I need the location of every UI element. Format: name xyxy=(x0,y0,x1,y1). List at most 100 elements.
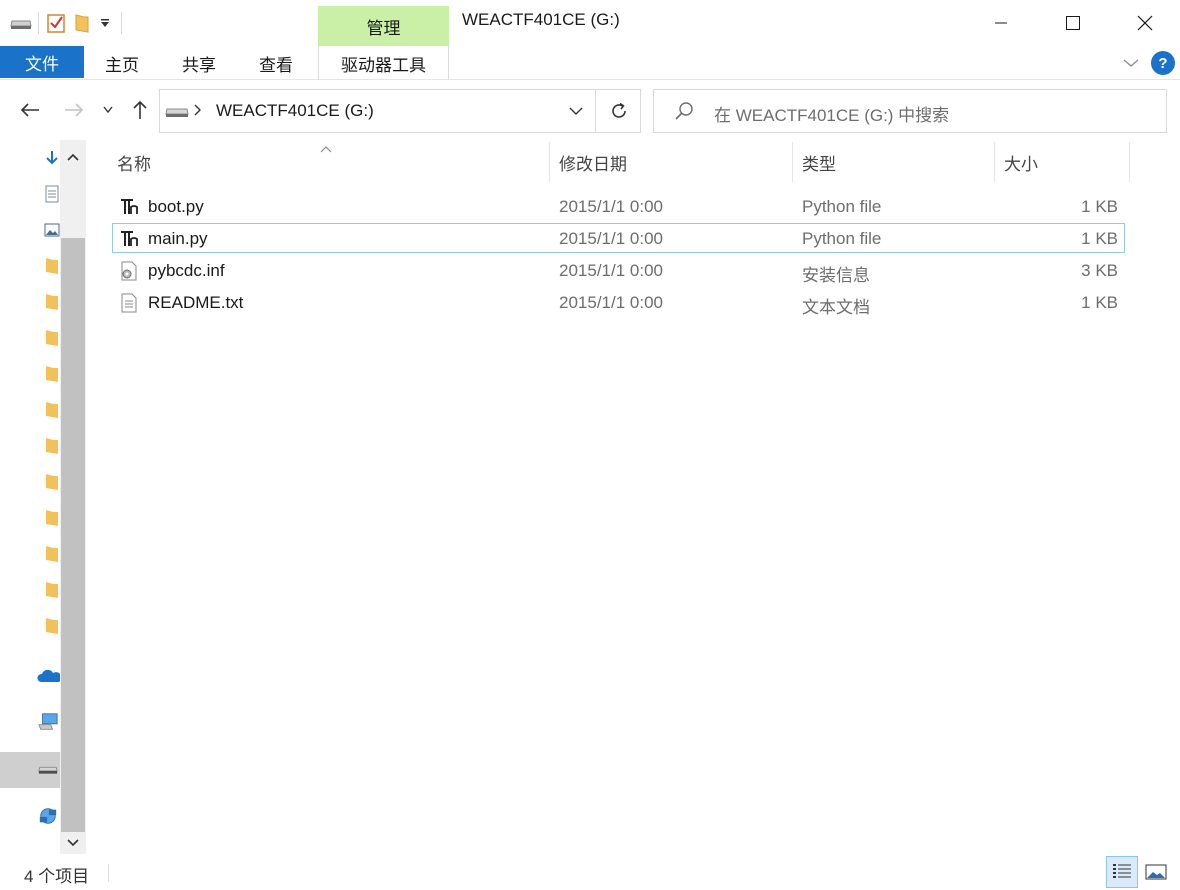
python-file-icon xyxy=(119,197,139,217)
drive-icon xyxy=(164,102,190,125)
folder-icon[interactable] xyxy=(42,436,62,456)
file-size: 3 KB xyxy=(1081,261,1118,280)
maximize-button[interactable] xyxy=(1038,0,1108,46)
file-date: 2015/1/1 0:00 xyxy=(559,293,663,312)
file-list: 名称 修改日期 类型 大小 boot.py 2015/1/1 0:00 Pyth… xyxy=(108,140,1180,854)
back-button[interactable] xyxy=(16,96,44,124)
file-size: 1 KB xyxy=(1081,229,1118,248)
file-size: 1 KB xyxy=(1081,293,1118,312)
file-row[interactable]: boot.py 2015/1/1 0:00 Python file 1 KB xyxy=(112,191,1125,221)
drive-icon[interactable] xyxy=(8,10,34,36)
tab-home[interactable]: 主页 xyxy=(105,46,139,80)
chevron-down-icon xyxy=(67,839,79,847)
status-bar: 4 个项目 xyxy=(0,854,1180,890)
close-button[interactable] xyxy=(1110,0,1180,46)
forward-button[interactable] xyxy=(60,96,88,124)
tab-file[interactable]: 文件 xyxy=(0,46,84,78)
minimize-button[interactable] xyxy=(966,0,1036,46)
file-date: 2015/1/1 0:00 xyxy=(559,261,663,280)
scroll-thumb[interactable] xyxy=(61,238,85,832)
properties-icon[interactable] xyxy=(43,10,69,36)
quick-access-toolbar xyxy=(8,10,122,36)
folder-icon[interactable] xyxy=(42,580,62,600)
recent-locations-button[interactable] xyxy=(98,96,118,124)
up-button[interactable] xyxy=(126,96,154,124)
nav-scrollbar[interactable] xyxy=(60,140,86,854)
scroll-down-button[interactable] xyxy=(60,830,86,856)
search-box[interactable]: 在 WEACTF401CE (G:) 中搜索 xyxy=(653,89,1167,133)
item-count: 4 个项目 xyxy=(24,867,90,886)
qat-divider xyxy=(38,12,39,34)
search-placeholder: 在 WEACTF401CE (G:) 中搜索 xyxy=(714,106,950,125)
folder-icon[interactable] xyxy=(42,292,62,312)
address-bar[interactable]: WEACTF401CE (G:) xyxy=(159,89,641,133)
folder-icon[interactable] xyxy=(42,508,62,528)
minimize-icon xyxy=(995,22,1007,24)
qat-divider xyxy=(121,12,122,34)
refresh-button[interactable] xyxy=(595,90,641,132)
folder-icon[interactable] xyxy=(42,328,62,348)
new-folder-icon[interactable] xyxy=(69,10,95,36)
maximize-icon xyxy=(1066,16,1080,30)
folder-icon[interactable] xyxy=(42,364,62,384)
folder-icon[interactable] xyxy=(42,472,62,492)
pictures-icon[interactable] xyxy=(42,220,62,240)
quick-access-pin-icon[interactable] xyxy=(42,148,62,168)
file-type: 文本文档 xyxy=(802,298,870,317)
document-icon[interactable] xyxy=(42,184,62,204)
text-file-icon xyxy=(119,293,139,313)
ribbon-tab-bar: 文件 主页 共享 查看 驱动器工具 ? xyxy=(0,46,1180,80)
chevron-down-icon xyxy=(569,107,583,115)
chevron-down-icon xyxy=(1123,59,1139,67)
file-size: 1 KB xyxy=(1081,197,1118,216)
column-header-date[interactable]: 修改日期 xyxy=(550,142,793,182)
file-name: README.txt xyxy=(148,293,244,312)
file-name: main.py xyxy=(148,229,208,248)
details-view-button[interactable] xyxy=(1106,856,1138,888)
address-history-button[interactable] xyxy=(558,90,594,132)
folder-icon[interactable] xyxy=(42,616,62,636)
expand-ribbon-button[interactable] xyxy=(1120,52,1142,74)
folder-icon[interactable] xyxy=(42,544,62,564)
help-button[interactable]: ? xyxy=(1151,51,1175,75)
file-type: 安装信息 xyxy=(802,266,870,285)
column-header-size[interactable]: 大小 xyxy=(995,142,1130,182)
file-name: pybcdc.inf xyxy=(148,261,225,280)
folder-icon[interactable] xyxy=(42,256,62,276)
this-pc-icon[interactable] xyxy=(38,712,58,732)
network-icon[interactable] xyxy=(38,806,58,826)
breadcrumb-separator-icon[interactable] xyxy=(194,104,202,119)
tab-drive-tools[interactable]: 驱动器工具 xyxy=(318,46,449,80)
window-title: WEACTF401CE (G:) xyxy=(462,10,620,29)
column-header-type[interactable]: 类型 xyxy=(793,142,995,182)
usb-drive-icon[interactable] xyxy=(38,760,58,780)
details-view-icon xyxy=(1113,864,1131,878)
file-date: 2015/1/1 0:00 xyxy=(559,229,663,248)
arrow-up-icon xyxy=(133,100,147,119)
file-row[interactable]: pybcdc.inf 2015/1/1 0:00 安装信息 3 KB xyxy=(112,255,1125,285)
tab-share[interactable]: 共享 xyxy=(182,46,216,80)
breadcrumb-current[interactable]: WEACTF401CE (G:) xyxy=(216,101,374,121)
search-icon xyxy=(674,101,694,126)
navigation-pane xyxy=(0,140,88,854)
file-name: boot.py xyxy=(148,197,204,216)
title-bar: 管理 WEACTF401CE (G:) xyxy=(0,0,1180,46)
python-file-icon xyxy=(119,229,139,249)
folder-icon[interactable] xyxy=(42,400,62,420)
arrow-right-icon xyxy=(65,103,84,117)
file-row[interactable]: main.py 2015/1/1 0:00 Python file 1 KB xyxy=(112,223,1125,253)
manage-context-tab[interactable]: 管理 xyxy=(318,6,449,46)
setup-info-file-icon xyxy=(119,261,139,281)
close-icon xyxy=(1137,15,1153,31)
refresh-icon xyxy=(611,102,626,118)
tab-view[interactable]: 查看 xyxy=(259,46,293,80)
large-icons-view-button[interactable] xyxy=(1142,856,1170,888)
qat-customize-icon[interactable] xyxy=(95,10,115,36)
arrow-left-icon xyxy=(20,103,39,117)
file-row[interactable]: README.txt 2015/1/1 0:00 文本文档 1 KB xyxy=(112,287,1125,317)
onedrive-icon[interactable] xyxy=(36,666,62,686)
scroll-up-button[interactable] xyxy=(60,144,86,170)
file-date: 2015/1/1 0:00 xyxy=(559,197,663,216)
column-header-name[interactable]: 名称 xyxy=(108,142,550,182)
chevron-down-icon xyxy=(103,106,113,114)
